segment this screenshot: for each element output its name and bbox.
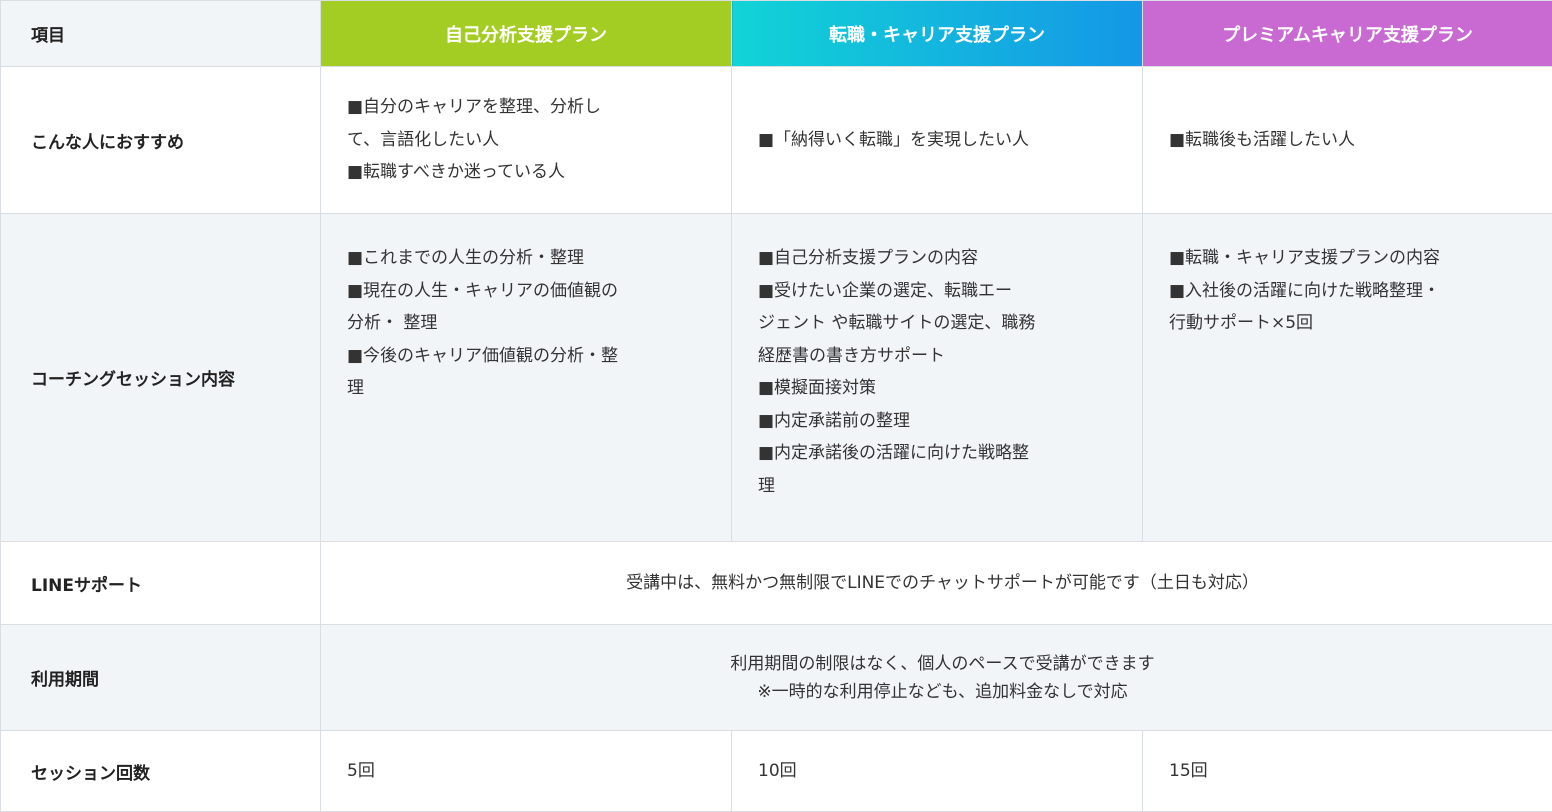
row-label-line-support: LINEサポート	[1, 542, 321, 625]
header-plan-premium: プレミアムキャリア支援プラン	[1143, 1, 1552, 67]
text-line: 分析・ 整理	[347, 307, 717, 340]
row-label-sessions: セッション回数	[1, 731, 321, 812]
row-sessions: セッション回数 5回 10回 15回	[1, 731, 1552, 812]
text-line: ■内定承諾前の整理	[758, 405, 1128, 438]
text-line: ■転職・キャリア支援プランの内容	[1169, 242, 1538, 275]
header-item: 項目	[1, 1, 321, 67]
text-line: ■模擬面接対策	[758, 372, 1128, 405]
row-coaching: コーチングセッション内容 ■これまでの人生の分析・整理 ■現在の人生・キャリアの…	[1, 214, 1552, 542]
recommended-plan1: ■自分のキャリアを整理、分析し て、言語化したい人 ■転職すべきか迷っている人	[321, 67, 732, 214]
row-label-period: 利用期間	[1, 625, 321, 731]
header-row: 項目 自己分析支援プラン 転職・キャリア支援プラン プレミアムキャリア支援プラン	[1, 1, 1552, 67]
text-line: 行動サポート×5回	[1169, 307, 1538, 340]
sessions-plan1: 5回	[321, 731, 732, 812]
coaching-plan2: ■自己分析支援プランの内容 ■受けたい企業の選定、転職エー ジェント や転職サイ…	[732, 214, 1143, 542]
coaching-plan1: ■これまでの人生の分析・整理 ■現在の人生・キャリアの価値観の 分析・ 整理 ■…	[321, 214, 732, 542]
text-line: ■受けたい企業の選定、転職エー	[758, 275, 1128, 308]
line-support-text: 受講中は、無料かつ無制限でLINEでのチャットサポートが可能です（土日も対応）	[321, 542, 1552, 625]
text-line: 利用期間の制限はなく、個人のペースで受講ができます	[347, 650, 1538, 678]
text-line: ■自己分析支援プランの内容	[758, 242, 1128, 275]
sessions-plan3: 15回	[1143, 731, 1552, 812]
plan-comparison-table: 項目 自己分析支援プラン 転職・キャリア支援プラン プレミアムキャリア支援プラン…	[0, 0, 1552, 812]
text-line: ■転職すべきか迷っている人	[347, 156, 717, 189]
text-line: ※一時的な利用停止なども、追加料金なしで対応	[347, 678, 1538, 706]
recommended-plan2: ■「納得いく転職」を実現したい人	[732, 67, 1143, 214]
header-plan-career-change: 転職・キャリア支援プラン	[732, 1, 1143, 67]
header-plan-self-analysis: 自己分析支援プラン	[321, 1, 732, 67]
text-line: 経歴書の書き方サポート	[758, 340, 1128, 373]
text-line: て、言語化したい人	[347, 124, 717, 157]
row-label-coaching: コーチングセッション内容	[1, 214, 321, 542]
text-line: ■内定承諾後の活躍に向けた戦略整	[758, 437, 1128, 470]
text-line: ジェント や転職サイトの選定、職務	[758, 307, 1128, 340]
sessions-plan2: 10回	[732, 731, 1143, 812]
text-line: ■自分のキャリアを整理、分析し	[347, 91, 717, 124]
text-line: ■今後のキャリア価値観の分析・整	[347, 340, 717, 373]
row-recommended: こんな人におすすめ ■自分のキャリアを整理、分析し て、言語化したい人 ■転職す…	[1, 67, 1552, 214]
recommended-plan3: ■転職後も活躍したい人	[1143, 67, 1552, 214]
period-text: 利用期間の制限はなく、個人のペースで受講ができます ※一時的な利用停止なども、追…	[321, 625, 1552, 731]
text-line: ■入社後の活躍に向けた戦略整理・	[1169, 275, 1538, 308]
text-line: ■これまでの人生の分析・整理	[347, 242, 717, 275]
row-label-recommended: こんな人におすすめ	[1, 67, 321, 214]
coaching-plan3: ■転職・キャリア支援プランの内容 ■入社後の活躍に向けた戦略整理・ 行動サポート…	[1143, 214, 1552, 542]
text-line: ■現在の人生・キャリアの価値観の	[347, 275, 717, 308]
row-line-support: LINEサポート 受講中は、無料かつ無制限でLINEでのチャットサポートが可能で…	[1, 542, 1552, 625]
text-line: 理	[347, 372, 717, 405]
row-period: 利用期間 利用期間の制限はなく、個人のペースで受講ができます ※一時的な利用停止…	[1, 625, 1552, 731]
text-line: 理	[758, 470, 1128, 503]
